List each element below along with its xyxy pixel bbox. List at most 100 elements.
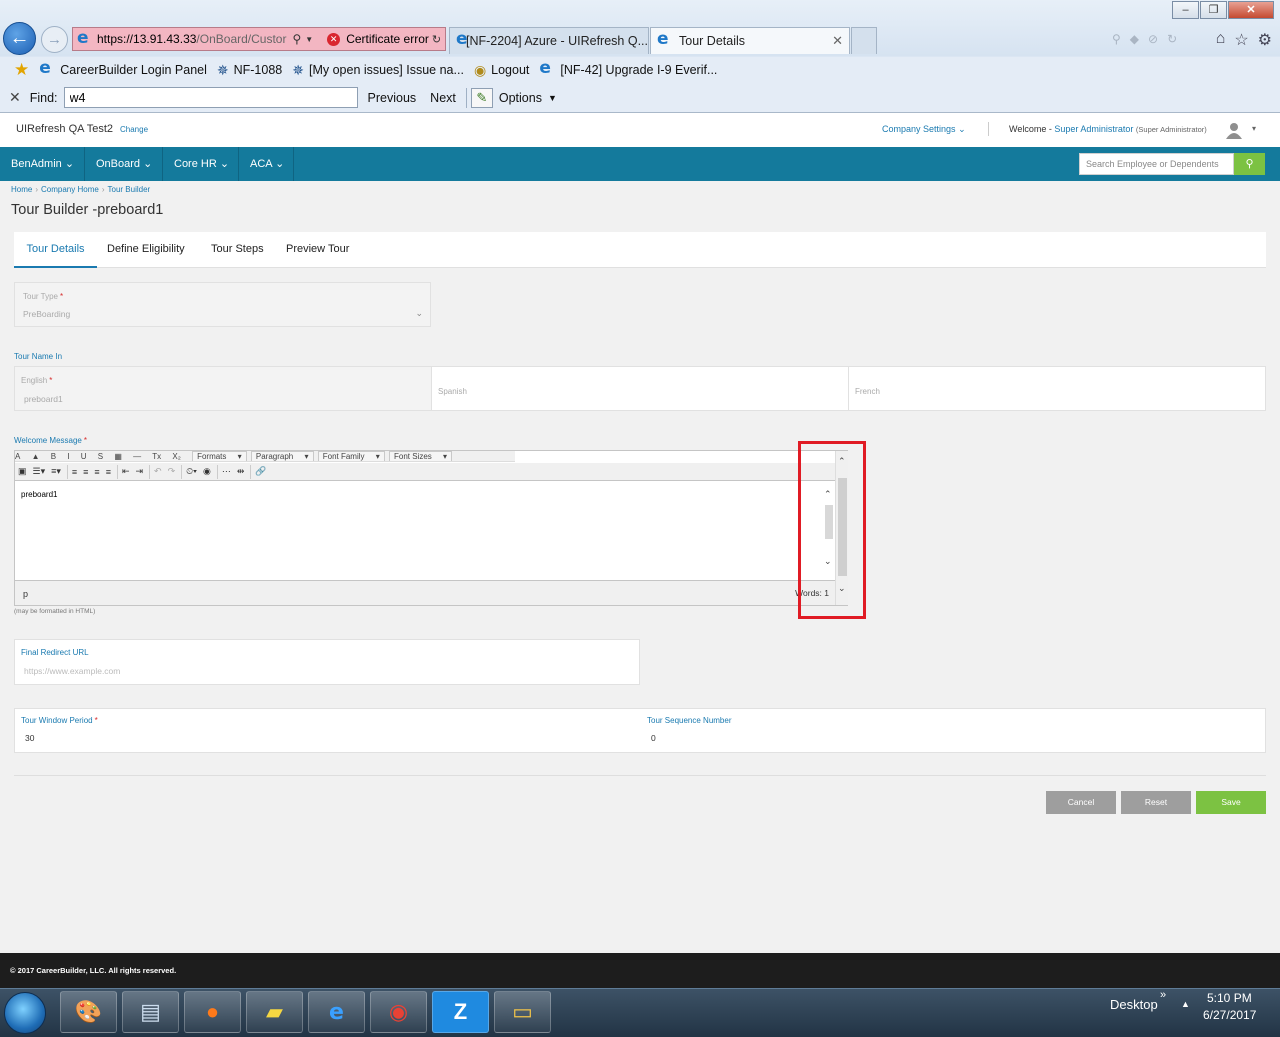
tour-type-select[interactable]: Tour Type * PreBoarding ⌄ <box>14 282 431 327</box>
show-hidden-icons-icon[interactable]: ▲ <box>1181 999 1190 1009</box>
chevron-down-icon[interactable]: ▾ <box>1252 124 1256 133</box>
underline-icon[interactable]: U <box>81 452 87 461</box>
find-previous-button[interactable]: Previous <box>368 91 417 105</box>
search-icon[interactable]: ⚲ <box>292 32 301 46</box>
gear-icon[interactable]: ⚙ <box>1258 30 1272 50</box>
home-icon[interactable]: ⌂ <box>1216 30 1226 50</box>
employee-search-input[interactable]: Search Employee or Dependents <box>1079 153 1234 175</box>
forward-button[interactable]: → <box>41 26 68 53</box>
tab-preview-tour[interactable]: Preview Tour <box>286 232 349 268</box>
highlight-icon[interactable]: ▲ <box>32 452 40 461</box>
desktop-toolbar[interactable]: Desktop <box>1110 997 1158 1012</box>
file-explorer-app-icon[interactable]: ▭ <box>494 991 551 1033</box>
back-button[interactable]: ← <box>3 22 36 55</box>
refresh-icon[interactable]: ↻ <box>1167 32 1177 46</box>
font-family-select[interactable]: Font Family ▾ <box>317 451 385 461</box>
new-tab-button[interactable] <box>851 27 877 54</box>
italic-icon[interactable]: I <box>67 452 69 461</box>
align-right-icon[interactable]: ≡ <box>94 467 99 477</box>
indent-icon[interactable]: ⇥ <box>136 466 144 477</box>
paint-app-icon[interactable]: 🎨 <box>60 991 117 1033</box>
notepad-app-icon[interactable]: ▤ <box>122 991 179 1033</box>
redo-icon[interactable]: ↷ <box>168 466 176 477</box>
outdent-icon[interactable]: ⇤ <box>122 466 130 477</box>
close-tab-icon[interactable]: ✕ <box>832 33 843 49</box>
spanish-name-field[interactable]: Spanish <box>431 366 849 411</box>
nav-aca[interactable]: ACA ⌄ <box>239 147 294 181</box>
favorites-star-icon[interactable]: ☆ <box>1234 30 1248 50</box>
favorites-add-icon[interactable]: ★ <box>14 60 29 80</box>
chrome-app-icon[interactable]: ◉ <box>370 991 427 1033</box>
tab-tour-details[interactable]: Tour Details <box>14 232 97 268</box>
font-sizes-select[interactable]: Font Sizes ▾ <box>389 451 453 461</box>
search-button[interactable]: ⚲ <box>1234 153 1265 175</box>
english-name-field[interactable]: English * preboard1 <box>14 366 432 411</box>
user-name[interactable]: Super Administrator <box>1054 124 1133 134</box>
refresh-icon[interactable]: ↻ <box>432 33 441 46</box>
magnifier-icon[interactable]: ⚲ <box>1112 32 1121 46</box>
minimize-button[interactable]: – <box>1172 1 1199 19</box>
toolbar-expand-icon[interactable]: » <box>1160 989 1166 1001</box>
breadcrumb-tour-builder[interactable]: Tour Builder <box>108 185 151 194</box>
page-break-icon[interactable]: ⋯ <box>222 466 231 477</box>
fav-nf-1088[interactable]: ✵ NF-1088 <box>217 62 282 79</box>
justify-icon[interactable]: ≡ <box>106 467 111 477</box>
clock-time[interactable]: 5:10 PM <box>1207 991 1252 1005</box>
horizontal-rule-icon[interactable]: — <box>133 452 141 461</box>
table-icon[interactable]: ▦ <box>114 452 122 461</box>
change-company-link[interactable]: Change <box>120 125 148 134</box>
feeds-icon[interactable]: ◆ <box>1130 32 1139 46</box>
subscript-icon[interactable]: X₂ <box>172 452 180 461</box>
undo-icon[interactable]: ↶ <box>154 466 162 477</box>
internet-explorer-app-icon[interactable]: e <box>308 991 365 1033</box>
close-window-button[interactable]: ✕ <box>1228 1 1274 19</box>
insert-time-icon[interactable]: ⏲▾ <box>186 466 197 477</box>
fav-nf-42[interactable]: [NF-42] Upgrade I-9 Everif... <box>539 58 717 78</box>
strikethrough-icon[interactable]: S <box>98 452 103 461</box>
formats-select[interactable]: Formats ▾ <box>192 451 247 461</box>
firefox-app-icon[interactable]: ● <box>184 991 241 1033</box>
nav-onboard[interactable]: OnBoard ⌄ <box>85 147 163 181</box>
tab-define-eligibility[interactable]: Define Eligibility <box>107 232 185 268</box>
font-color-icon[interactable]: A <box>15 452 20 461</box>
breadcrumb-company-home[interactable]: Company Home <box>41 185 99 194</box>
tab-tour-details[interactable]: Tour Details ✕ <box>650 27 850 54</box>
find-options-button[interactable]: ✎ Options ▼ <box>470 87 557 108</box>
tour-window-value[interactable]: 30 <box>25 733 34 743</box>
nonbreaking-icon[interactable]: ⇹ <box>237 466 245 477</box>
fav-open-issues[interactable]: ✵ [My open issues] Issue na... <box>292 62 464 79</box>
align-center-icon[interactable]: ≡ <box>83 467 88 477</box>
bullet-list-icon[interactable]: ☰▾ <box>33 466 46 477</box>
editor-content-area[interactable]: preboard1 <box>15 482 835 580</box>
company-settings-menu[interactable]: Company Settings ⌄ <box>882 124 966 135</box>
find-input[interactable] <box>63 87 358 108</box>
dropdown-icon[interactable]: ▼ <box>305 35 313 44</box>
breadcrumb-home[interactable]: Home <box>11 185 32 194</box>
z-app-icon[interactable]: Z <box>432 991 489 1033</box>
address-bar[interactable]: https://13.91.43.33/OnBoard/Custor ⚲ ▼ ✕… <box>72 27 446 51</box>
start-button[interactable] <box>4 992 46 1034</box>
link-icon[interactable]: 🔗 <box>255 466 266 477</box>
french-name-field[interactable]: French <box>848 366 1266 411</box>
nav-benadmin[interactable]: BenAdmin ⌄ <box>0 147 85 181</box>
find-next-button[interactable]: Next <box>430 91 456 105</box>
fav-logout[interactable]: ◉ Logout <box>474 62 529 79</box>
align-left-icon[interactable]: ≡ <box>72 467 77 477</box>
paragraph-select[interactable]: Paragraph ▾ <box>250 451 314 461</box>
numbered-list-icon[interactable]: ≡▾ <box>51 466 61 477</box>
redirect-url-field[interactable]: Final Redirect URL https://www.example.c… <box>14 639 640 685</box>
bold-icon[interactable]: B <box>51 452 56 461</box>
save-button[interactable]: Save <box>1196 791 1266 814</box>
sticky-notes-app-icon[interactable]: ▰ <box>246 991 303 1033</box>
reset-button[interactable]: Reset <box>1121 791 1191 814</box>
tour-sequence-value[interactable]: 0 <box>651 733 656 743</box>
clock-date[interactable]: 6/27/2017 <box>1203 1008 1256 1022</box>
close-find-icon[interactable]: ✕ <box>9 89 21 106</box>
maximize-button[interactable]: ❐ <box>1200 1 1227 19</box>
tab-azure[interactable]: [NF-2204] Azure - UIRefresh Q... <box>449 27 649 54</box>
avatar-icon[interactable] <box>1225 121 1243 139</box>
certificate-error[interactable]: Certificate error <box>346 32 429 46</box>
clear-format-icon[interactable]: Tx <box>152 452 161 461</box>
fav-careerbuilder[interactable]: CareerBuilder Login Panel <box>39 58 207 78</box>
save-icon[interactable]: ▣ <box>18 466 27 477</box>
